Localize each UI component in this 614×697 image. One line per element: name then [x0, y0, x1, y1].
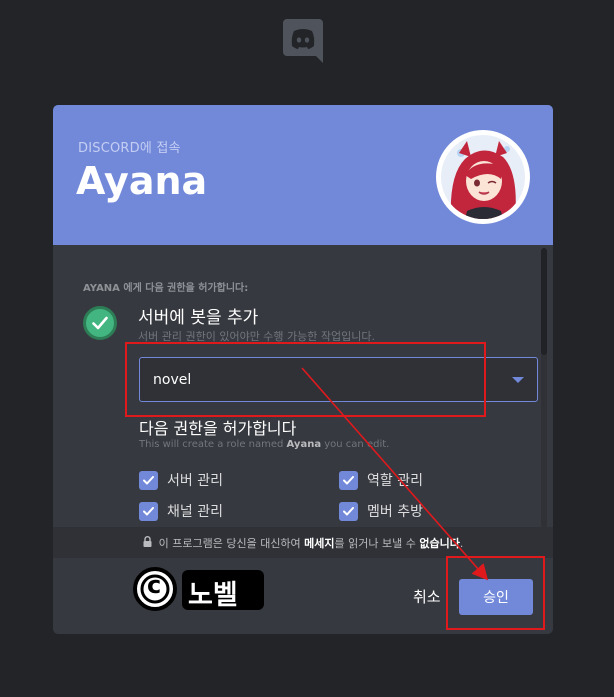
checkbox-kick-members[interactable]: 멤버 추방 — [339, 501, 423, 521]
permission-heading: AYANA 에게 다음 권한을 허가합니다: — [83, 283, 249, 294]
checkbox-manage-server[interactable]: 서버 관리 — [139, 470, 223, 490]
server-select-dropdown[interactable]: novel — [139, 357, 538, 402]
checkbox-label: 멤버 추방 — [367, 504, 423, 520]
lock-icon — [143, 535, 152, 550]
checkbox-label: 역할 관리 — [367, 473, 423, 489]
checkbox-checked-icon[interactable] — [139, 501, 158, 521]
cancel-button[interactable]: 취소 — [413, 586, 441, 607]
modal-subtitle: DISCORD에 접속 — [78, 141, 181, 156]
modal-content: AYANA 에게 다음 권한을 허가합니다: 서버에 봇을 추가 서버 관리 권… — [53, 245, 553, 527]
bot-avatar-image — [441, 135, 525, 219]
checkbox-checked-icon[interactable] — [339, 470, 358, 490]
checkbox-checked-icon[interactable] — [139, 470, 158, 490]
privacy-notice: 이 프로그램은 당신을 대신하여 메세지를 읽거나 보낼 수 없습니다. — [53, 527, 553, 558]
watermark-text: 노벨 — [188, 580, 238, 611]
checkbox-label: 채널 관리 — [167, 504, 223, 520]
authorize-button[interactable]: 승인 — [459, 579, 533, 615]
checkbox-checked-icon[interactable] — [339, 501, 358, 521]
role-name: Ayana — [286, 439, 322, 450]
oauth-authorize-modal: DISCORD에 접속 Ayana AYANA 에게 다음 권한을 허가합니다: — [53, 105, 553, 634]
checkbox-label: 서버 관리 — [167, 473, 223, 489]
checkbox-manage-roles[interactable]: 역할 관리 — [339, 470, 423, 490]
server-select-value: novel — [153, 372, 192, 388]
permission-item-description: 서버 관리 권한이 있어야만 수행 가능한 작업입니다. — [138, 330, 375, 343]
bot-avatar — [436, 130, 530, 224]
permission-item-title: 서버에 봇을 추가 — [138, 308, 259, 328]
checkbox-manage-channels[interactable]: 채널 관리 — [139, 501, 223, 521]
modal-header: DISCORD에 접속 Ayana — [53, 105, 553, 245]
content-scrollbar-thumb[interactable] — [541, 248, 547, 355]
grant-permissions-title: 다음 권한을 허가합니다 — [139, 419, 297, 438]
watermark-logo: c 노벨 — [130, 566, 270, 614]
watermark-copyright-symbol: c — [147, 571, 162, 599]
modal-footer: 취소 승인 — [53, 558, 553, 634]
check-circle-icon — [83, 306, 117, 340]
chevron-down-icon[interactable] — [512, 377, 524, 383]
grant-permissions-note: This will create a role named Ayana you … — [139, 439, 390, 450]
discord-logo-icon — [283, 19, 323, 63]
bot-name: Ayana — [76, 159, 208, 203]
privacy-notice-text: 이 프로그램은 당신을 대신하여 메세지를 읽거나 보낼 수 없습니다. — [158, 536, 464, 550]
